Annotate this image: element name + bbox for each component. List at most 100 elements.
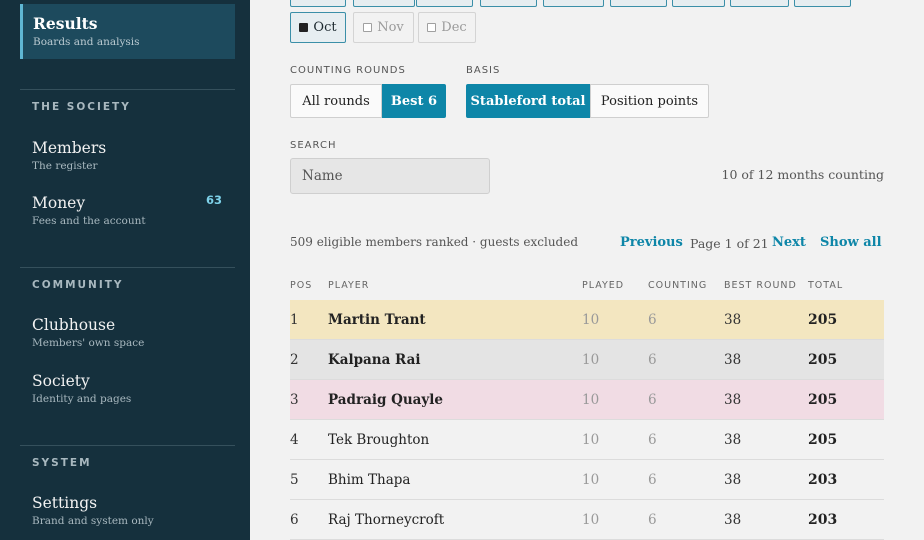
- table-row[interactable]: 4 Tek Broughton 10 6 38 205: [290, 420, 884, 460]
- best-round-cell: 38: [724, 472, 742, 488]
- nav-item-subtitle: Boards and analysis: [33, 36, 140, 48]
- nav-item-clubhouse[interactable]: Clubhouse Members' own space: [32, 315, 232, 350]
- player-cell: Kalpana Rai: [328, 352, 421, 368]
- sidebar: Results Boards and analysis THE SOCIETY …: [0, 0, 250, 540]
- section-title: COMMUNITY: [32, 279, 124, 291]
- player-cell: Tek Broughton: [328, 432, 430, 448]
- player-cell: Martin Trant: [328, 312, 426, 328]
- pos-cell: 4: [290, 432, 299, 448]
- show-all-link[interactable]: Show all: [820, 235, 882, 250]
- option-all-rounds[interactable]: All rounds: [290, 84, 382, 118]
- best-round-cell: 38: [724, 432, 742, 448]
- pos-cell: 5: [290, 472, 299, 488]
- table-row[interactable]: 5 Bhim Thapa 10 6 38 203: [290, 460, 884, 500]
- month-label: Oct: [313, 20, 337, 35]
- nav-item-label: Clubhouse: [32, 316, 116, 334]
- section-title: SYSTEM: [32, 457, 92, 469]
- counting-cell: 6: [648, 432, 657, 448]
- month-toggle[interactable]: [353, 0, 415, 7]
- checkbox-icon: [427, 23, 437, 32]
- column-header-counting[interactable]: COUNTING: [648, 280, 707, 291]
- option-stableford-total[interactable]: Stableford total: [466, 84, 590, 118]
- month-toggle[interactable]: [730, 0, 789, 7]
- table-row[interactable]: 6 Raj Thorneycroft 10 6 38 203: [290, 500, 884, 540]
- total-cell: 203: [808, 512, 838, 528]
- month-toggle[interactable]: [672, 0, 725, 7]
- month-toggle-oct[interactable]: Oct: [290, 12, 346, 43]
- played-cell: 10: [582, 352, 600, 368]
- player-cell: Padraig Quayle: [328, 392, 443, 408]
- pos-cell: 6: [290, 512, 299, 528]
- month-toggle[interactable]: [543, 0, 604, 7]
- month-label: Nov: [377, 20, 404, 35]
- month-toggle-nov[interactable]: Nov: [353, 12, 414, 43]
- played-cell: 10: [582, 392, 600, 408]
- month-toggle[interactable]: [290, 0, 346, 7]
- nav-item-subtitle: Fees and the account: [32, 215, 146, 227]
- total-cell: 205: [808, 352, 838, 368]
- nav-item-subtitle: Brand and system only: [32, 515, 154, 527]
- checkbox-icon: [363, 23, 373, 32]
- month-toggle[interactable]: [794, 0, 851, 7]
- column-header-played[interactable]: PLAYED: [582, 280, 624, 291]
- search-label: SEARCH: [290, 140, 337, 151]
- option-best-6[interactable]: Best 6: [382, 84, 446, 118]
- total-cell: 205: [808, 312, 838, 328]
- month-toggle-dec[interactable]: Dec: [418, 12, 476, 43]
- pos-cell: 3: [290, 392, 299, 408]
- month-toggle[interactable]: [480, 0, 537, 7]
- table-row[interactable]: 1 Martin Trant 10 6 38 205: [290, 300, 884, 340]
- played-cell: 10: [582, 432, 600, 448]
- divider: [20, 445, 235, 446]
- month-toggle[interactable]: [416, 0, 473, 7]
- best-round-cell: 38: [724, 512, 742, 528]
- best-round-cell: 38: [724, 392, 742, 408]
- column-header-pos[interactable]: POS: [290, 280, 312, 291]
- column-header-best-round[interactable]: BEST ROUND: [724, 280, 797, 291]
- previous-page-link[interactable]: Previous: [620, 235, 683, 250]
- played-cell: 10: [582, 472, 600, 488]
- total-cell: 205: [808, 392, 838, 408]
- section-title: THE SOCIETY: [32, 101, 131, 113]
- page-indicator: Page 1 of 21: [690, 236, 769, 251]
- next-page-link[interactable]: Next: [772, 235, 806, 250]
- counting-cell: 6: [648, 512, 657, 528]
- table-row[interactable]: 3 Padraig Quayle 10 6 38 205: [290, 380, 884, 420]
- nav-item-settings[interactable]: Settings Brand and system only: [32, 493, 232, 528]
- total-cell: 205: [808, 432, 838, 448]
- counting-cell: 6: [648, 472, 657, 488]
- nav-item-label: Results: [33, 14, 98, 33]
- months-counting-text: 10 of 12 months counting: [721, 167, 884, 182]
- option-position-points[interactable]: Position points: [590, 84, 709, 118]
- column-header-player[interactable]: PLAYER: [328, 280, 369, 291]
- counting-cell: 6: [648, 392, 657, 408]
- best-round-cell: 38: [724, 352, 742, 368]
- nav-item-label: Money: [32, 194, 86, 212]
- nav-item-society[interactable]: Society Identity and pages: [32, 371, 232, 406]
- eligible-summary: 509 eligible members ranked · guests exc…: [290, 235, 579, 249]
- main-content: Oct Nov Dec COUNTING ROUNDS All rounds B…: [250, 0, 924, 540]
- best-round-cell: 38: [724, 312, 742, 328]
- nav-item-money[interactable]: Money Fees and the account 63: [32, 193, 232, 228]
- nav-item-subtitle: The register: [32, 160, 98, 172]
- month-toggle[interactable]: [610, 0, 667, 7]
- total-cell: 203: [808, 472, 838, 488]
- player-cell: Raj Thorneycroft: [328, 512, 445, 528]
- search-input[interactable]: [290, 158, 490, 194]
- nav-item-results[interactable]: Results Boards and analysis: [20, 4, 235, 59]
- divider: [20, 267, 235, 268]
- nav-item-members[interactable]: Members The register: [32, 138, 232, 173]
- nav-item-label: Settings: [32, 494, 98, 512]
- pos-cell: 1: [290, 312, 299, 328]
- nav-item-subtitle: Members' own space: [32, 337, 145, 349]
- table-row[interactable]: 2 Kalpana Rai 10 6 38 205: [290, 340, 884, 380]
- checkbox-icon: [299, 23, 309, 32]
- nav-item-subtitle: Identity and pages: [32, 393, 132, 405]
- nav-item-label: Society: [32, 372, 90, 390]
- column-header-total[interactable]: TOTAL: [808, 280, 843, 291]
- basis-label: BASIS: [466, 65, 501, 76]
- counting-cell: 6: [648, 312, 657, 328]
- counting-rounds-label: COUNTING ROUNDS: [290, 65, 406, 76]
- nav-item-label: Members: [32, 139, 107, 157]
- count-badge: 63: [205, 193, 222, 207]
